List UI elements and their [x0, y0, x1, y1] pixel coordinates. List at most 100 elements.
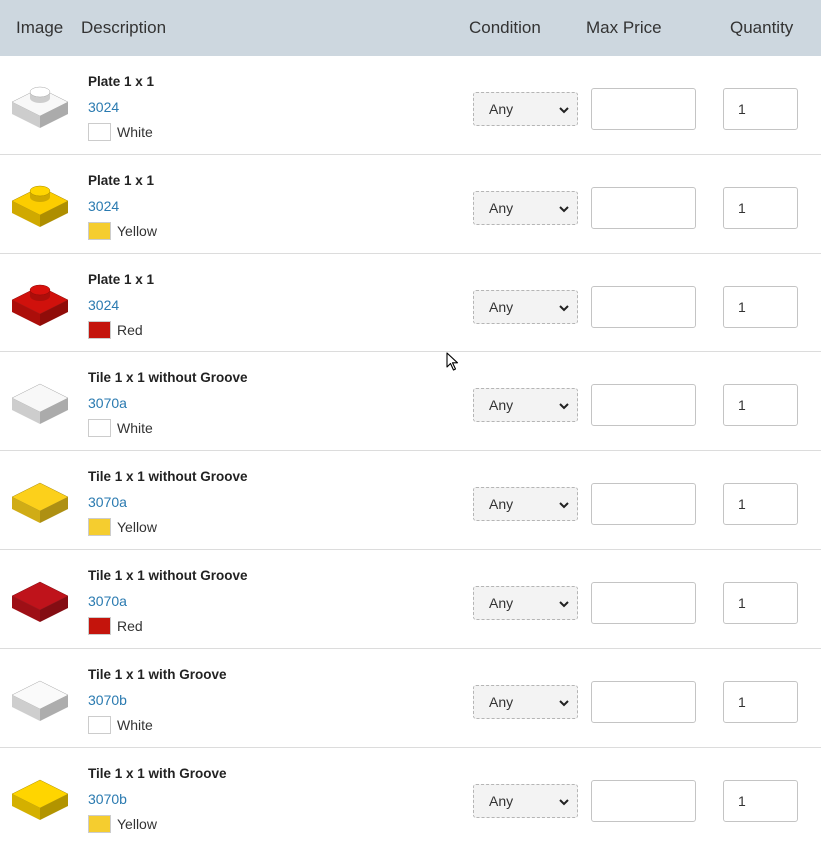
- max-price-input[interactable]: [591, 581, 696, 624]
- table-row: Tile 1 x 1 with Groove 3070b Yellow Any 1: [0, 748, 821, 846]
- column-header-image: Image: [16, 18, 64, 37]
- part-number-link[interactable]: 3024: [88, 99, 119, 115]
- part-image[interactable]: [8, 669, 72, 727]
- quantity-input[interactable]: 1: [723, 384, 798, 427]
- mouse-cursor-icon: [446, 352, 459, 371]
- color-label: Yellow: [117, 222, 157, 239]
- color-info: White: [88, 715, 153, 734]
- table-row: Plate 1 x 1 3024 Red Any 1: [0, 254, 821, 353]
- part-number-link[interactable]: 3070a: [88, 593, 127, 609]
- color-swatch: [88, 616, 111, 635]
- max-price-input[interactable]: [591, 88, 696, 130]
- condition-value: Any: [489, 397, 514, 414]
- color-swatch: [88, 419, 111, 438]
- color-label: Yellow: [117, 519, 157, 536]
- part-image[interactable]: [8, 274, 72, 332]
- condition-value: Any: [489, 594, 514, 611]
- color-info: White: [88, 123, 153, 141]
- condition-select[interactable]: Any: [473, 289, 578, 324]
- table-header: Image Description Condition Max Price Qu…: [0, 0, 821, 56]
- part-name: Plate 1 x 1: [88, 172, 155, 188]
- quantity-input[interactable]: 1: [723, 285, 798, 328]
- chevron-down-icon: [559, 403, 569, 410]
- column-header-max-price[interactable]: Max Price: [586, 18, 662, 38]
- column-header-condition[interactable]: Condition: [469, 18, 541, 38]
- part-image[interactable]: [8, 768, 72, 826]
- condition-select[interactable]: Any: [473, 585, 578, 620]
- part-name: Tile 1 x 1 without Groove: [88, 567, 248, 583]
- chevron-down-icon: [559, 502, 569, 509]
- table-row: Tile 1 x 1 with Groove 3070b White Any 1: [0, 649, 821, 748]
- chevron-down-icon: [559, 304, 569, 312]
- part-number-link[interactable]: 3070b: [88, 791, 127, 807]
- table-row: Tile 1 x 1 without Groove 3070a White Any 1: [0, 352, 821, 452]
- color-info: White: [88, 419, 153, 438]
- max-price-input[interactable]: [591, 384, 696, 427]
- condition-value: Any: [489, 199, 514, 216]
- column-header-description: Description: [81, 18, 167, 37]
- max-price-input[interactable]: [591, 680, 696, 723]
- color-label: White: [117, 716, 153, 733]
- color-info: Yellow: [88, 221, 157, 240]
- color-swatch: [88, 715, 111, 734]
- color-info: Yellow: [88, 518, 157, 537]
- table-row: Plate 1 x 1 3024 White Any 1: [0, 56, 821, 155]
- condition-value: Any: [489, 298, 514, 315]
- condition-value: Any: [489, 792, 514, 809]
- quantity-input[interactable]: 1: [723, 186, 798, 229]
- chevron-down-icon: [559, 798, 569, 805]
- color-swatch: [88, 518, 111, 537]
- part-number-link[interactable]: 3024: [88, 297, 119, 313]
- condition-select[interactable]: Any: [473, 783, 578, 818]
- wanted-list-table: Image Description Condition Max Price Qu…: [0, 0, 821, 846]
- color-swatch: [88, 320, 111, 339]
- condition-value: Any: [489, 693, 514, 710]
- part-number-link[interactable]: 3070a: [88, 395, 127, 411]
- quantity-input[interactable]: 1: [723, 680, 798, 723]
- chevron-down-icon: [559, 700, 569, 707]
- condition-select[interactable]: Any: [473, 92, 578, 126]
- condition-select[interactable]: Any: [473, 388, 578, 423]
- quantity-input[interactable]: 1: [723, 581, 798, 624]
- table-row: Tile 1 x 1 without Groove 3070a Yellow Any 1: [0, 451, 821, 550]
- part-name: Tile 1 x 1 with Groove: [88, 666, 227, 682]
- max-price-input[interactable]: [591, 483, 696, 526]
- max-price-input[interactable]: [591, 779, 696, 822]
- column-header-quantity[interactable]: Quantity: [730, 18, 793, 38]
- quantity-input[interactable]: 1: [723, 483, 798, 526]
- color-info: Red: [88, 320, 143, 339]
- part-image[interactable]: [8, 471, 72, 529]
- condition-select[interactable]: Any: [473, 684, 578, 719]
- part-name: Tile 1 x 1 without Groove: [88, 469, 248, 485]
- part-image[interactable]: [8, 175, 72, 233]
- table-row: Plate 1 x 1 3024 Yellow Any 1: [0, 155, 821, 254]
- color-label: Red: [117, 617, 143, 634]
- max-price-input[interactable]: [591, 285, 696, 328]
- color-label: White: [117, 420, 153, 437]
- part-number-link[interactable]: 3024: [88, 198, 119, 214]
- part-number-link[interactable]: 3070b: [88, 692, 127, 708]
- color-swatch: [88, 221, 111, 240]
- max-price-input[interactable]: [591, 186, 696, 229]
- part-image[interactable]: [8, 570, 72, 628]
- quantity-input[interactable]: 1: [723, 88, 798, 130]
- color-swatch: [88, 814, 111, 833]
- color-info: Red: [88, 616, 143, 635]
- condition-value: Any: [489, 101, 514, 117]
- part-name: Tile 1 x 1 without Groove: [88, 370, 248, 386]
- color-label: White: [117, 124, 153, 140]
- condition-select[interactable]: Any: [473, 487, 578, 522]
- part-image[interactable]: [8, 372, 72, 430]
- part-image[interactable]: [8, 76, 72, 134]
- color-info: Yellow: [88, 814, 157, 833]
- color-label: Yellow: [117, 815, 157, 832]
- table-body: Plate 1 x 1 3024 White Any 1 Plate 1 x 1 3024 Y…: [0, 56, 821, 846]
- part-name: Plate 1 x 1: [88, 74, 155, 89]
- quantity-input[interactable]: 1: [723, 779, 798, 822]
- condition-select[interactable]: Any: [473, 190, 578, 225]
- color-label: Red: [117, 321, 143, 338]
- chevron-down-icon: [559, 601, 569, 608]
- chevron-down-icon: [559, 206, 569, 213]
- part-number-link[interactable]: 3070a: [88, 494, 127, 510]
- chevron-down-icon: [559, 107, 569, 114]
